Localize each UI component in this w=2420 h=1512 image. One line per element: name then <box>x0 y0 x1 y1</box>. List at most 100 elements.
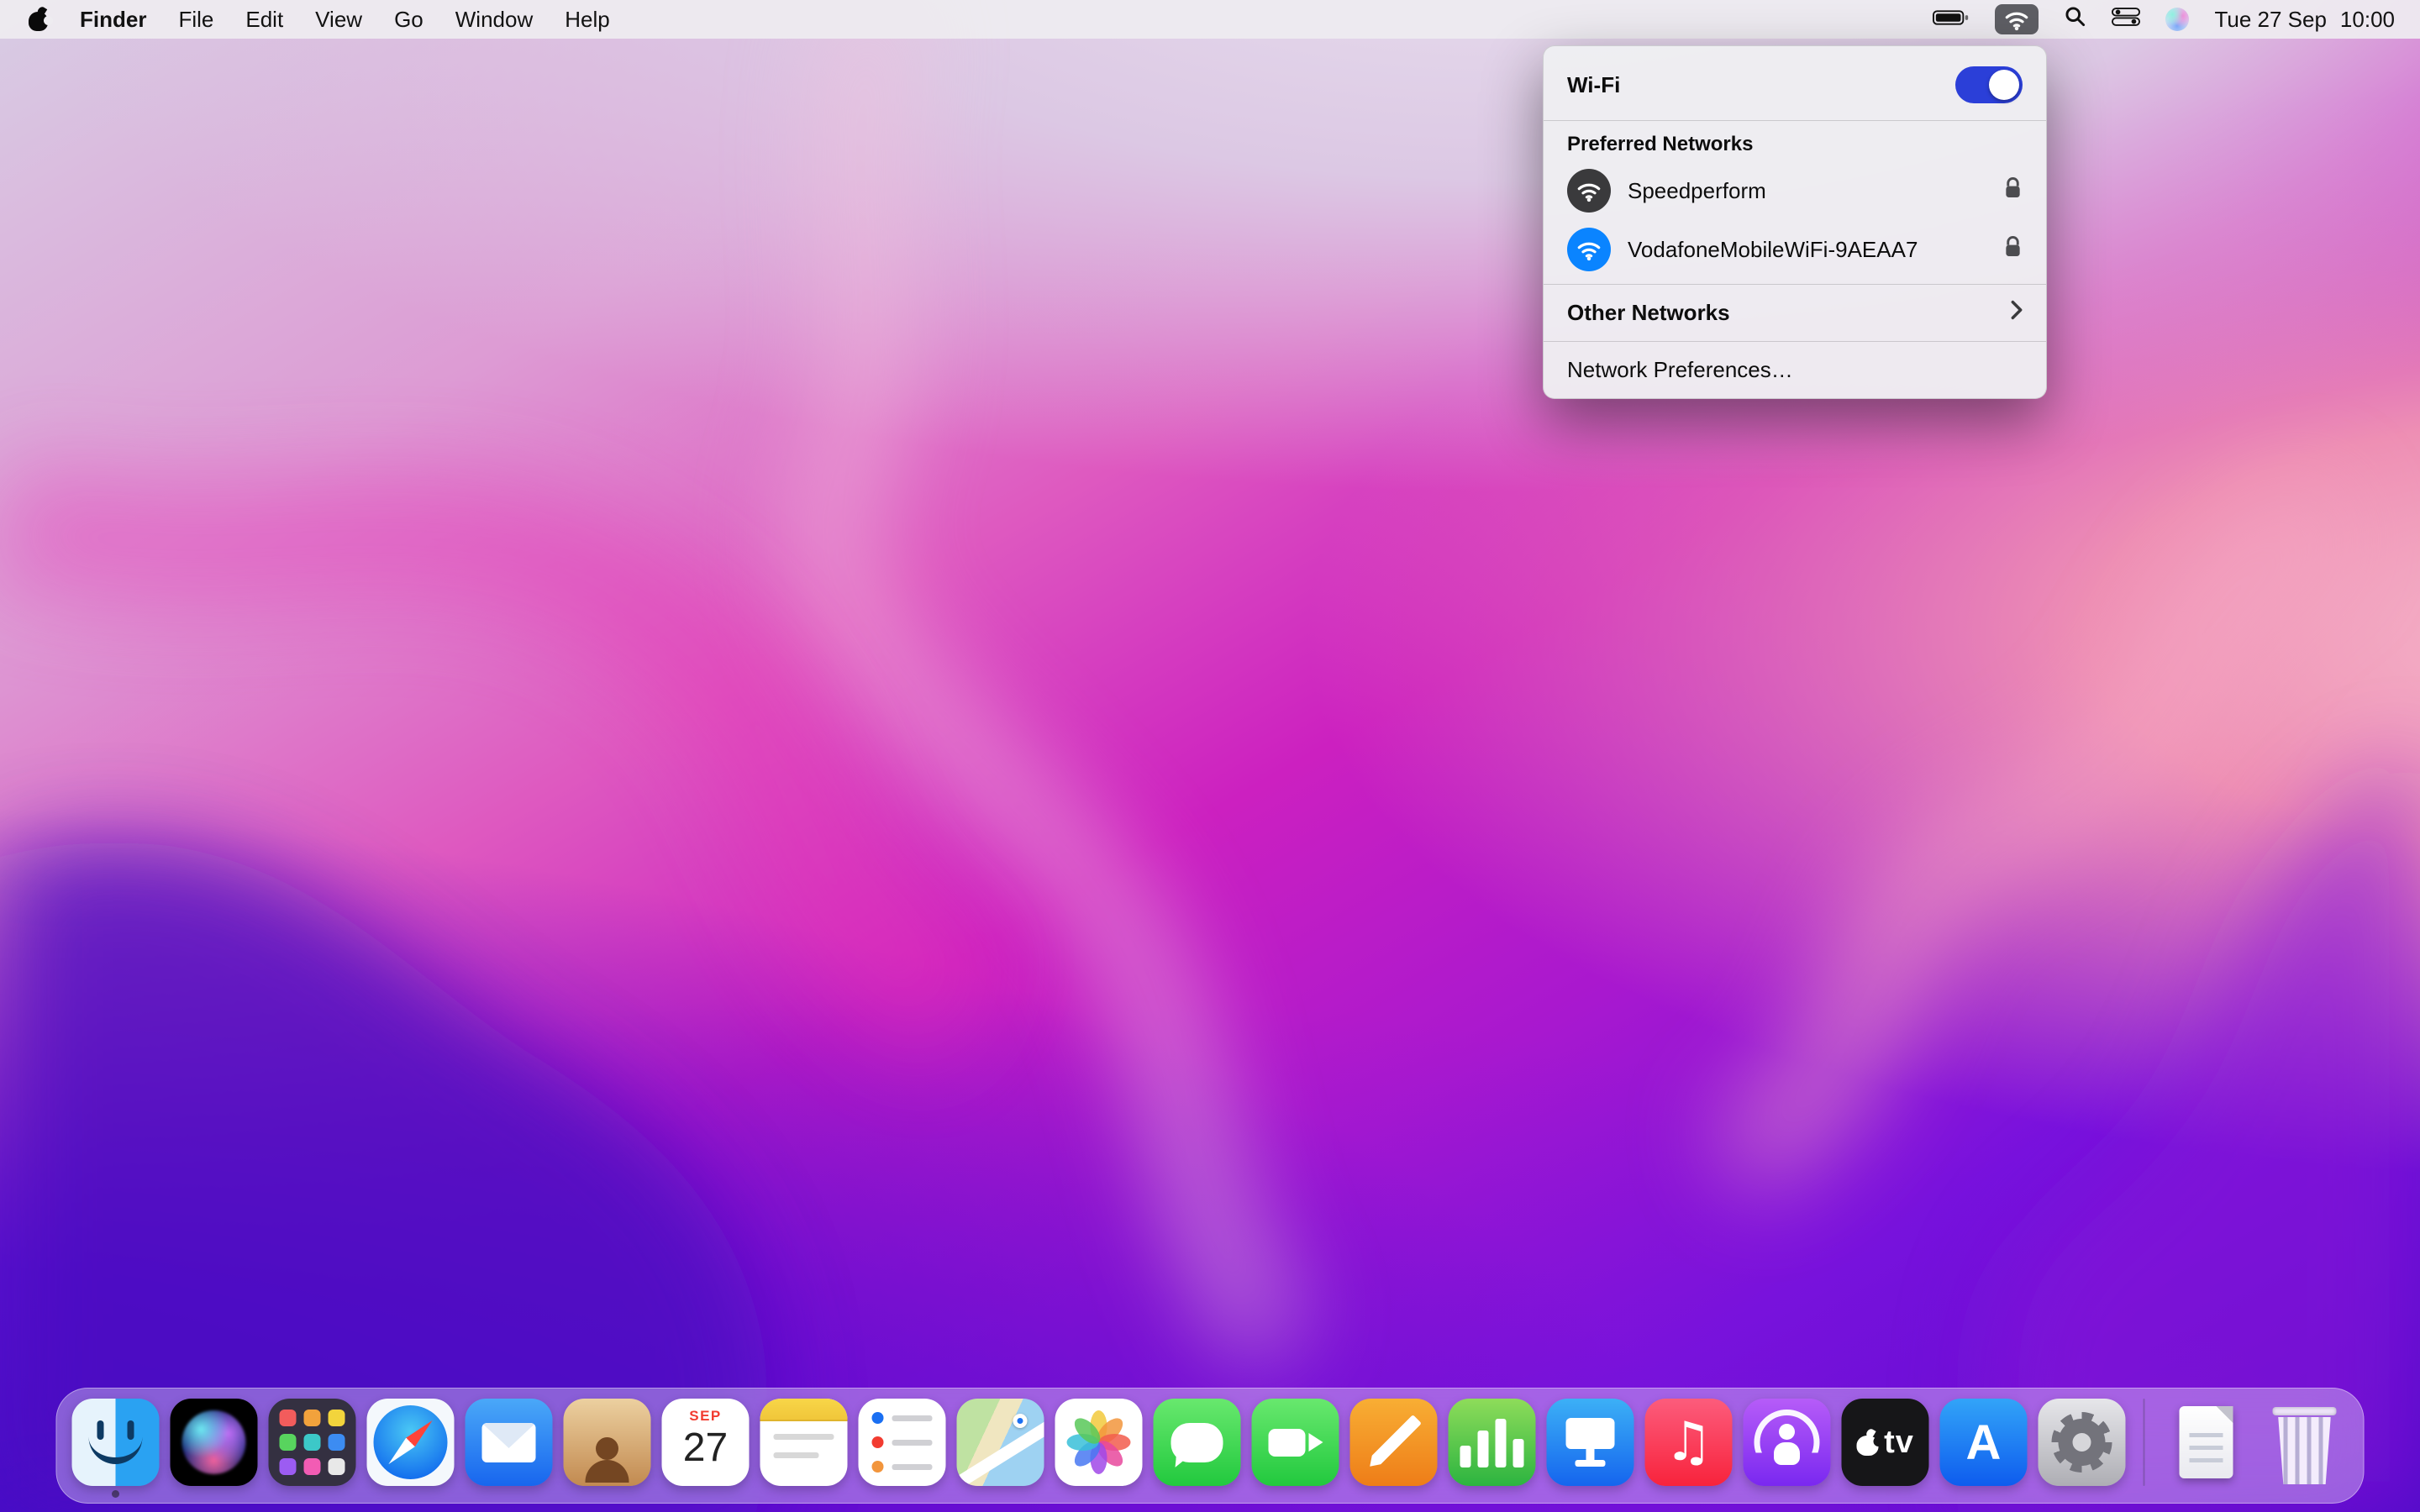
apple-menu-icon[interactable] <box>29 8 53 31</box>
keynote-icon <box>1546 1399 1634 1486</box>
menu-bar-status-area: Tue 27 Sep 10:00 <box>1933 4 2395 34</box>
podcasts-icon <box>1743 1399 1831 1486</box>
wifi-menu-panel: Wi-Fi Preferred Networks Speedperform Vo… <box>1543 45 2047 399</box>
facetime-icon <box>1251 1399 1339 1486</box>
dock-item-documents[interactable] <box>2163 1399 2250 1498</box>
network-row-speedperform[interactable]: Speedperform <box>1544 161 2046 220</box>
siri-menu-bar-icon[interactable] <box>2165 8 2190 31</box>
menu-view[interactable]: View <box>315 7 362 33</box>
menu-file[interactable]: File <box>178 7 213 33</box>
menu-go[interactable]: Go <box>394 7 424 33</box>
apple-logo-small <box>1856 1430 1884 1456</box>
dock-item-maps[interactable] <box>956 1399 1044 1498</box>
menu-edit[interactable]: Edit <box>245 7 283 33</box>
preferred-networks-header: Preferred Networks <box>1567 133 1754 155</box>
music-icon: ♫ <box>1644 1399 1733 1486</box>
wifi-signal-icon <box>1567 169 1611 213</box>
dock-item-contacts[interactable] <box>563 1399 651 1498</box>
notes-line <box>773 1452 819 1458</box>
active-app-name[interactable]: Finder <box>80 7 146 33</box>
trash-lid <box>2272 1407 2337 1415</box>
video-camera-shape <box>1268 1428 1323 1457</box>
finder-icon <box>71 1399 160 1486</box>
panel-divider <box>1544 284 2046 285</box>
dock-item-notes[interactable] <box>760 1399 848 1498</box>
maps-icon <box>956 1399 1044 1486</box>
wallpaper-waves <box>0 0 2420 1512</box>
envelope-shape <box>481 1422 536 1462</box>
dock-item-launchpad[interactable] <box>268 1399 356 1498</box>
menu-bar-clock[interactable]: Tue 27 Sep 10:00 <box>2214 7 2395 33</box>
dock-item-podcasts[interactable] <box>1743 1399 1831 1498</box>
gear-icon <box>2051 1412 2112 1473</box>
dock-item-calendar[interactable]: SEP 27 <box>661 1399 750 1498</box>
reminders-icon <box>858 1399 946 1486</box>
wifi-title: Wi-Fi <box>1567 71 1621 97</box>
control-center-icon[interactable] <box>2112 7 2141 33</box>
dock-item-trash[interactable] <box>2261 1399 2349 1498</box>
dock-item-keynote[interactable] <box>1546 1399 1634 1498</box>
dock-separator <box>2143 1399 2145 1486</box>
desktop-wallpaper[interactable] <box>0 0 2420 1512</box>
dock-item-system-preferences[interactable] <box>2038 1399 2126 1498</box>
dock-item-apple-tv[interactable]: tv <box>1841 1399 1929 1498</box>
dock-item-numbers[interactable] <box>1448 1399 1536 1498</box>
dock-item-messages[interactable] <box>1153 1399 1241 1498</box>
system-preferences-icon <box>2038 1399 2126 1486</box>
dock-item-finder[interactable] <box>71 1399 160 1498</box>
wifi-toggle-knob <box>1989 70 2019 100</box>
trash-icon <box>2261 1399 2349 1486</box>
siri-orb <box>182 1410 246 1474</box>
maps-road <box>956 1413 1044 1486</box>
trash-body <box>2278 1417 2331 1484</box>
speech-bubble <box>1171 1422 1223 1462</box>
menu-help[interactable]: Help <box>565 7 609 33</box>
launchpad-icon <box>268 1399 356 1486</box>
dock-item-pages[interactable] <box>1349 1399 1438 1498</box>
network-row-vodafone[interactable]: VodafoneMobileWiFi-9AEAA7 <box>1544 220 2046 279</box>
dock-item-app-store[interactable]: A <box>1939 1399 2028 1498</box>
other-networks-item[interactable]: Other Networks <box>1544 290 2046 336</box>
tv-label: tv <box>1884 1424 1914 1460</box>
panel-divider <box>1544 120 2046 121</box>
dock-item-mail[interactable] <box>465 1399 553 1498</box>
dock-container: SEP 27 ♫ tv A <box>55 1388 2365 1504</box>
network-name: VodafoneMobileWiFi-9AEAA7 <box>1628 236 1918 262</box>
dock-item-reminders[interactable] <box>858 1399 946 1498</box>
battery-icon[interactable] <box>1933 7 1970 33</box>
finder-smile <box>88 1429 143 1464</box>
safari-compass <box>373 1405 448 1479</box>
app-store-letter: A <box>1965 1415 2002 1470</box>
numbers-icon <box>1448 1399 1536 1486</box>
dock-item-music[interactable]: ♫ <box>1644 1399 1733 1498</box>
dock-item-siri[interactable] <box>170 1399 258 1498</box>
spotlight-search-icon[interactable] <box>2064 5 2086 34</box>
person-silhouette <box>583 1436 632 1486</box>
menu-window[interactable]: Window <box>455 7 533 33</box>
clock-date: Tue 27 Sep <box>2214 6 2327 32</box>
apple-tv-icon: tv <box>1841 1399 1929 1486</box>
siri-icon <box>170 1399 258 1486</box>
apple-logo-bite <box>44 15 53 25</box>
music-note-glyph: ♫ <box>1664 1411 1713 1473</box>
wifi-toggle-switch[interactable] <box>1955 66 2023 103</box>
menu-bar-left: Finder File Edit View Go Window Help <box>29 7 610 33</box>
network-preferences-item[interactable]: Network Preferences… <box>1544 347 2046 388</box>
chevron-right-icon <box>2011 300 2023 326</box>
maps-location-pin <box>1013 1414 1028 1428</box>
pencil-shape <box>1365 1414 1422 1470</box>
calendar-day: 27 <box>682 1425 729 1470</box>
lock-icon <box>2003 234 2023 265</box>
dock-item-photos[interactable] <box>1055 1399 1143 1498</box>
wifi-menu-bar-icon[interactable] <box>1995 4 2039 34</box>
dock: SEP 27 ♫ tv A <box>55 1388 2365 1504</box>
photos-flower <box>1065 1409 1133 1476</box>
safari-icon <box>366 1399 455 1486</box>
panel-divider <box>1544 341 2046 342</box>
pages-icon <box>1349 1399 1438 1486</box>
wifi-signal-icon-active <box>1567 228 1611 271</box>
running-indicator <box>112 1490 119 1498</box>
dock-item-facetime[interactable] <box>1251 1399 1339 1498</box>
dock-item-safari[interactable] <box>366 1399 455 1498</box>
documents-icon <box>2163 1399 2250 1486</box>
